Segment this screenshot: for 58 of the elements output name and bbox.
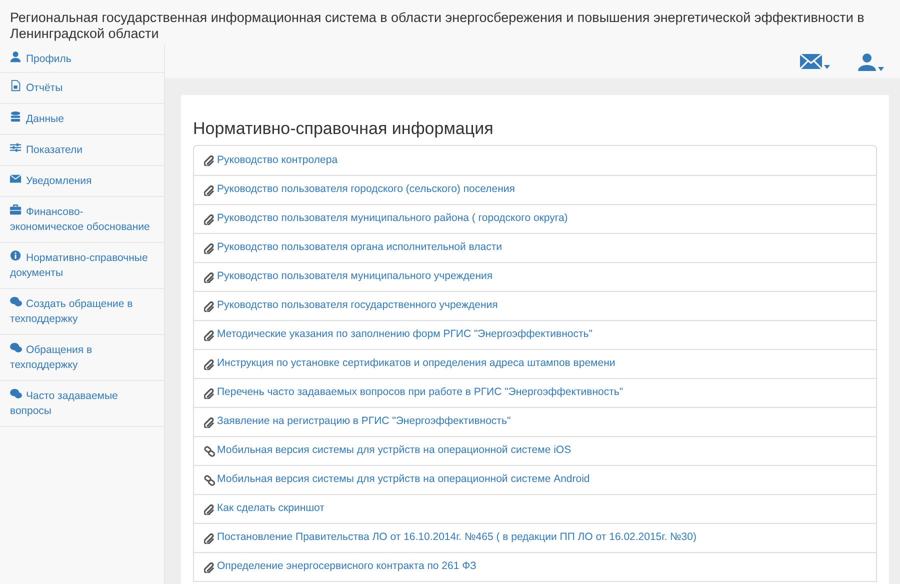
paperclip-icon [204, 272, 215, 282]
user-menu-button[interactable] [858, 52, 884, 70]
sidebar-item[interactable]: Создать обращение в техподдержку [0, 289, 164, 335]
user-icon [858, 52, 876, 70]
document-link[interactable]: Как сделать скриншот [217, 501, 324, 517]
sidebar-item[interactable]: Нормативно-справочные документы [0, 243, 164, 289]
sidebar-item[interactable]: Отчёты [0, 73, 164, 104]
document-link[interactable]: Руководство пользователя городского (сельского) поселения [217, 182, 515, 198]
paperclip-icon [204, 155, 215, 166]
briefcase-icon [10, 204, 22, 216]
chat-bubbles-icon [10, 388, 22, 400]
caret-icon [878, 66, 884, 70]
paperclip-icon [204, 300, 215, 312]
mail-menu-button[interactable] [800, 54, 830, 69]
sidebar-item[interactable]: Обращения в техподдержку [0, 335, 164, 381]
sidebar-item[interactable]: Данные [0, 104, 164, 135]
document-icon [10, 80, 22, 92]
paperclip-icon [204, 532, 215, 544]
paperclip-icon [204, 504, 215, 514]
document-link[interactable]: Руководство пользователя государственного учреждения [217, 298, 498, 314]
paperclip-icon [204, 416, 215, 428]
paperclip-icon [204, 330, 215, 340]
document-link[interactable]: Постановление Правительства ЛО от 16.10.2014г. №465 ( в редакции ПП ЛО от 16.02.2015г. №30) [217, 530, 696, 546]
document-link[interactable]: Мобильная версия системы для устрйств на операционной системе Android [217, 472, 590, 488]
document-link[interactable]: Руководство пользователя органа исполнительной власти [217, 240, 502, 256]
database-icon [10, 111, 22, 123]
document-link[interactable]: Инструкция по установке сертификатов и определения адреса штампов времени [217, 356, 616, 372]
document-link[interactable]: Заявление на регистрацию в РГИС "Энергоэффективность" [217, 414, 511, 430]
paperclip-icon [204, 184, 215, 196]
paperclip-icon [204, 388, 215, 398]
paperclip-icon [204, 242, 215, 254]
panel-title: Нормативно-справочная информация [193, 118, 494, 140]
sliders-icon [10, 142, 22, 154]
chat-bubbles-icon [10, 296, 22, 308]
sidebar-item[interactable]: Показатели [0, 135, 164, 166]
document-link[interactable]: Перечень часто задаваемых вопросов при работе в РГИС "Энергоэффективность" [217, 385, 624, 401]
caret-icon [824, 65, 830, 69]
document-link[interactable]: Мобильная версия системы для устрйств на операционной системе iOS [217, 443, 572, 459]
paperclip-icon [204, 214, 215, 224]
mail-icon [800, 54, 822, 69]
site-title: Региональная государственная информационная система в области энергосбережения и повышения энергетической эффективности в Ленинградской области [10, 10, 866, 42]
paperclip-icon [204, 358, 215, 370]
user-icon [10, 51, 22, 63]
sidebar-item[interactable]: Финансово-экономическое обоснование [0, 197, 164, 243]
document-link[interactable]: Руководство контролера [217, 152, 338, 168]
paperclip-icon [204, 562, 215, 572]
sidebar-item[interactable]: Часто задаваемые вопросы [0, 381, 164, 427]
chat-bubbles-icon [10, 342, 22, 354]
sidebar-item[interactable]: Профиль [0, 45, 164, 73]
document-link[interactable]: Методические указания по заполнению форм РГИС "Энергоэффективность" [217, 327, 592, 343]
document-link[interactable]: Руководство пользователя муниципального района ( городского округа) [217, 211, 568, 227]
info-icon [10, 250, 22, 262]
document-link[interactable]: Руководство пользователя муниципального учреждения [217, 269, 493, 285]
document-link[interactable]: Определение энергосервисного контракта по 261 ФЗ [217, 559, 476, 575]
chain-link-icon [204, 446, 215, 456]
sidebar-item[interactable]: Уведомления [0, 166, 164, 197]
chain-link-icon [204, 474, 215, 486]
envelope-icon [10, 173, 22, 185]
